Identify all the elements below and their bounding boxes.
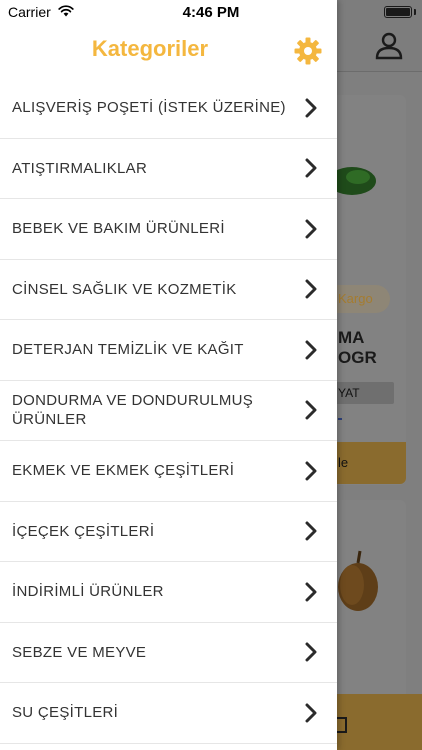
category-item[interactable]: DETERJAN TEMİZLİK VE KAĞIT xyxy=(0,320,337,381)
chevron-right-icon xyxy=(305,582,317,602)
chevron-right-icon xyxy=(305,219,317,239)
category-item[interactable]: BEBEK VE BAKIM ÜRÜNLERİ xyxy=(0,199,337,260)
category-label: SU ÇEŞİTLERİ xyxy=(12,704,119,722)
chevron-right-icon xyxy=(305,340,317,360)
status-time: 4:46 PM xyxy=(182,4,240,21)
category-label: EKMEK VE EKMEK ÇEŞİTLERİ xyxy=(12,462,235,480)
category-item[interactable]: İNDİRİMLİ ÜRÜNLER xyxy=(0,562,337,623)
drawer-title: Kategoriler xyxy=(91,36,209,61)
category-label: İÇEÇEK ÇEŞİTLERİ xyxy=(12,522,155,540)
category-item[interactable]: EKMEK VE EKMEK ÇEŞİTLERİ xyxy=(0,441,337,502)
chevron-right-icon xyxy=(305,158,317,178)
category-item[interactable]: SU ÇEŞİTLERİ xyxy=(0,683,337,744)
product-name: MA OGR xyxy=(338,328,377,367)
chevron-right-icon xyxy=(305,703,317,723)
category-label: ATIŞTIRMALIKLAR xyxy=(12,159,148,177)
category-label: SEBZE VE MEYVE xyxy=(12,643,147,661)
category-label: CİNSEL SAĞLIK VE KOZMETİK xyxy=(12,280,237,298)
category-item[interactable]: ATIŞTIRMALIKLAR xyxy=(0,139,337,199)
onion-image xyxy=(338,550,378,611)
category-item[interactable]: CİNSEL SAĞLIK VE KOZMETİK xyxy=(0,260,337,320)
gear-icon[interactable] xyxy=(293,36,323,66)
chevron-right-icon xyxy=(305,461,317,481)
category-item[interactable]: İÇEÇEK ÇEŞİTLERİ xyxy=(0,502,337,562)
category-list: ALIŞVERİŞ POŞETİ (İSTEK ÜZERİNE) ATIŞTIRM… xyxy=(0,78,337,744)
chevron-right-icon xyxy=(305,279,317,299)
category-item[interactable]: ALIŞVERİŞ POŞETİ (İSTEK ÜZERİNE) xyxy=(0,78,337,139)
category-label: İNDİRİMLİ ÜRÜNLER xyxy=(12,583,164,601)
category-item[interactable]: SEBZE VE MEYVE xyxy=(0,623,337,683)
category-drawer: Carrier Kategoriler ALIŞVERİŞ POŞETİ (İS… xyxy=(0,0,337,750)
category-label: BEBEK VE BAKIM ÜRÜNLERİ xyxy=(12,220,225,238)
user-icon[interactable] xyxy=(374,30,404,60)
chevron-right-icon xyxy=(305,521,317,541)
chevron-right-icon xyxy=(305,98,317,118)
category-label: DONDURMA VE DONDURULMUŞ ÜRÜNLER xyxy=(12,392,254,429)
category-label: DETERJAN TEMİZLİK VE KAĞIT xyxy=(12,341,244,359)
category-item[interactable]: DONDURMA VE DONDURULMUŞ ÜRÜNLER xyxy=(0,381,337,441)
category-label: ALIŞVERİŞ POŞETİ (İSTEK ÜZERİNE) xyxy=(12,99,286,117)
chevron-right-icon xyxy=(305,642,317,662)
chevron-right-icon xyxy=(305,400,317,420)
